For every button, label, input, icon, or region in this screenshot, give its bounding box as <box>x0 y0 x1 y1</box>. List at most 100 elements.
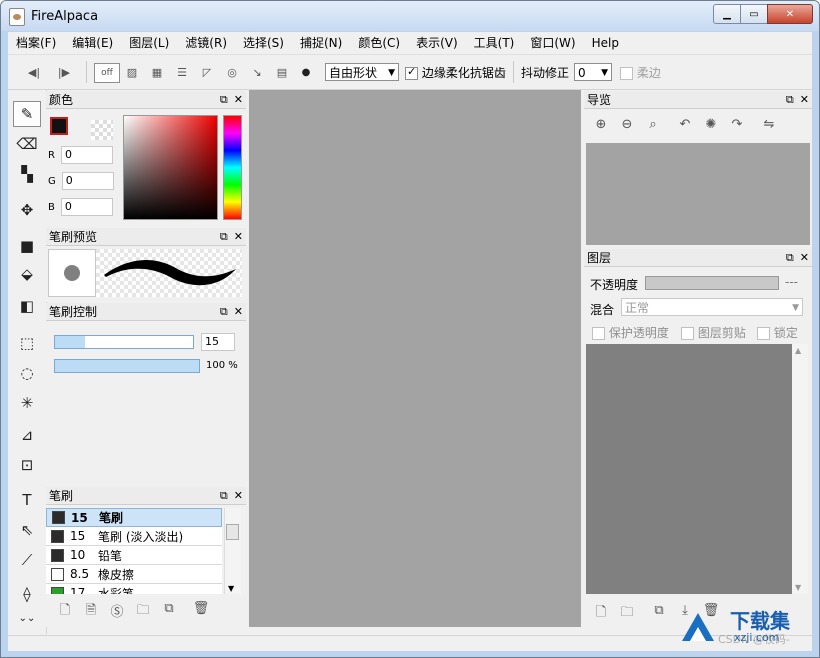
antialias-checkbox[interactable]: 边缘柔化抗锯齿 <box>405 64 506 81</box>
g-input[interactable]: 0 <box>61 172 114 190</box>
float-icon[interactable]: ⧉ <box>220 93 228 106</box>
float-icon[interactable]: ⧉ <box>220 489 228 502</box>
maximize-button[interactable]: ▭ <box>740 4 768 24</box>
snap-curve-icon[interactable]: ↘ <box>247 63 267 81</box>
snap-off-button[interactable]: off <box>94 63 120 83</box>
minimize-button[interactable]: ▁ <box>713 4 741 24</box>
menu-layer[interactable]: 图层(L) <box>121 32 177 54</box>
bucket-tool-icon[interactable]: ⬙ <box>13 261 41 287</box>
select-pen-icon[interactable]: ⊿ <box>13 422 41 448</box>
zoom-fit-icon[interactable]: ⌕ <box>640 117 666 132</box>
snap-circle-icon[interactable]: ◎ <box>222 63 242 81</box>
close-icon[interactable]: ✕ <box>234 305 243 318</box>
move-tool-icon[interactable]: ✥ <box>13 197 41 223</box>
menu-view[interactable]: 表示(V) <box>408 32 466 54</box>
menu-color[interactable]: 颜色(C) <box>350 32 408 54</box>
menu-window[interactable]: 窗口(W) <box>522 32 583 54</box>
lasso-icon[interactable]: ◌ <box>13 360 41 386</box>
menu-select[interactable]: 选择(S) <box>235 32 292 54</box>
rotate-left-icon[interactable]: ↶ <box>672 117 698 132</box>
snap-3d-icon[interactable]: ▤ <box>272 63 292 81</box>
scroll-down-icon[interactable]: ▼ <box>795 583 801 592</box>
float-icon[interactable]: ⧉ <box>220 305 228 318</box>
saturation-value-picker[interactable] <box>123 115 218 220</box>
menu-file[interactable]: 档案(F) <box>8 32 64 54</box>
close-icon[interactable]: ✕ <box>800 251 809 264</box>
menu-help[interactable]: Help <box>584 32 627 54</box>
pen-tool-icon[interactable]: ✎ <box>13 101 41 127</box>
lock-checkbox[interactable]: 锁定 <box>757 324 798 341</box>
b-input[interactable]: 0 <box>60 198 113 216</box>
dot-tool-icon[interactable]: ▚ <box>13 161 41 187</box>
brush-opacity-slider[interactable] <box>54 359 200 373</box>
blur-tool-icon[interactable]: ⟋ <box>13 547 41 573</box>
close-icon[interactable]: ✕ <box>234 489 243 502</box>
scroll-thumb[interactable] <box>226 524 239 540</box>
hue-slider[interactable] <box>223 115 242 220</box>
rotate-reset-icon[interactable]: ✺ <box>698 117 724 132</box>
duplicate-layer-icon[interactable]: ⧉ <box>646 603 672 625</box>
gradient-tool-icon[interactable]: ◧ <box>13 293 41 319</box>
navigator-preview[interactable] <box>586 143 810 245</box>
r-input[interactable]: 0 <box>60 146 113 164</box>
menu-edit[interactable]: 编辑(E) <box>64 32 121 54</box>
text-tool-icon[interactable]: T <box>13 487 41 513</box>
scroll-up-icon[interactable]: ▲ <box>795 346 801 355</box>
brush-item-pencil[interactable]: 10 铅笔 <box>46 546 222 565</box>
folder-icon[interactable]: 🗀 <box>130 601 156 623</box>
menu-snap[interactable]: 捕捉(N) <box>292 32 350 54</box>
brush-size-slider[interactable] <box>54 335 194 349</box>
brush-item-brush[interactable]: 15 笔刷 <box>46 508 222 527</box>
operation-tool-icon[interactable]: ⇖ <box>13 517 41 543</box>
zoom-in-icon[interactable]: ⊕ <box>588 117 614 132</box>
foreground-color-swatch[interactable] <box>50 117 68 135</box>
redo-icon[interactable]: |▶ <box>54 63 74 81</box>
brush-list-scrollbar[interactable]: ▼ <box>224 508 241 594</box>
scroll-down-icon[interactable]: ▼ <box>228 584 234 593</box>
canvas-area[interactable] <box>249 90 581 627</box>
flip-icon[interactable]: ⇋ <box>756 117 782 132</box>
snap-grid-icon[interactable]: ▦ <box>147 63 167 81</box>
new-brush-icon[interactable]: 🗋 <box>52 601 78 623</box>
close-icon[interactable]: ✕ <box>800 93 809 106</box>
snap-radial-icon[interactable]: ◸ <box>197 63 217 81</box>
close-button[interactable]: ✕ <box>767 4 813 24</box>
layer-list[interactable] <box>586 344 792 594</box>
new-folder-icon[interactable]: 🗀 <box>614 603 640 625</box>
float-icon[interactable]: ⧉ <box>786 251 794 264</box>
snap-perspective-icon[interactable]: ☰ <box>172 63 192 81</box>
layer-opacity-slider[interactable] <box>645 276 779 290</box>
duplicate-brush-icon[interactable]: ⧉ <box>156 601 182 623</box>
shape-select[interactable]: 自由形状 ▼ <box>325 63 399 81</box>
expand-tools-icon[interactable]: ⌄⌄ <box>13 605 41 631</box>
eraser-tool-icon[interactable]: ⌫ <box>13 131 41 157</box>
transparent-color-swatch[interactable] <box>91 120 113 140</box>
correction-select[interactable]: 0 ▼ <box>574 63 612 81</box>
layer-list-scrollbar[interactable]: ▲ ▼ <box>792 344 808 594</box>
clipping-checkbox[interactable]: 图层剪贴 <box>681 324 746 341</box>
snap-dot-icon[interactable]: ● <box>298 63 314 81</box>
brush-size-input[interactable]: 15 <box>201 333 235 351</box>
zoom-out-icon[interactable]: ⊖ <box>614 117 640 132</box>
brush-item-watercolor[interactable]: 17 水彩笔 <box>46 584 222 594</box>
brush-item-fade[interactable]: 15 笔刷 (淡入淡出) <box>46 527 222 546</box>
fill-rect-tool-icon[interactable]: ■ <box>13 233 41 259</box>
float-icon[interactable]: ⧉ <box>786 93 794 106</box>
close-icon[interactable]: ✕ <box>234 93 243 106</box>
float-icon[interactable]: ⧉ <box>220 230 228 243</box>
magic-wand-icon[interactable]: ✳ <box>13 390 41 416</box>
snap-parallel-icon[interactable]: ▨ <box>122 63 142 81</box>
delete-brush-icon[interactable]: 🗑 <box>188 601 214 623</box>
undo-icon[interactable]: ◀| <box>24 63 44 81</box>
rect-select-icon[interactable]: ⬚ <box>13 330 41 356</box>
blend-select[interactable]: 正常 ▼ <box>621 298 803 316</box>
close-icon[interactable]: ✕ <box>234 230 243 243</box>
select-eraser-icon[interactable]: ⊡ <box>13 452 41 478</box>
script-brush-icon[interactable]: Ⓢ <box>104 601 130 623</box>
eyedropper-icon[interactable]: ⟠ <box>13 581 41 607</box>
protect-alpha-checkbox[interactable]: 保护透明度 <box>592 324 669 341</box>
new-layer-icon[interactable]: 🗋 <box>588 603 614 625</box>
menu-tools[interactable]: 工具(T) <box>466 32 523 54</box>
brush-item-eraser[interactable]: 8.5 橡皮擦 <box>46 565 222 584</box>
edit-brush-icon[interactable]: 🗎 <box>78 601 104 623</box>
